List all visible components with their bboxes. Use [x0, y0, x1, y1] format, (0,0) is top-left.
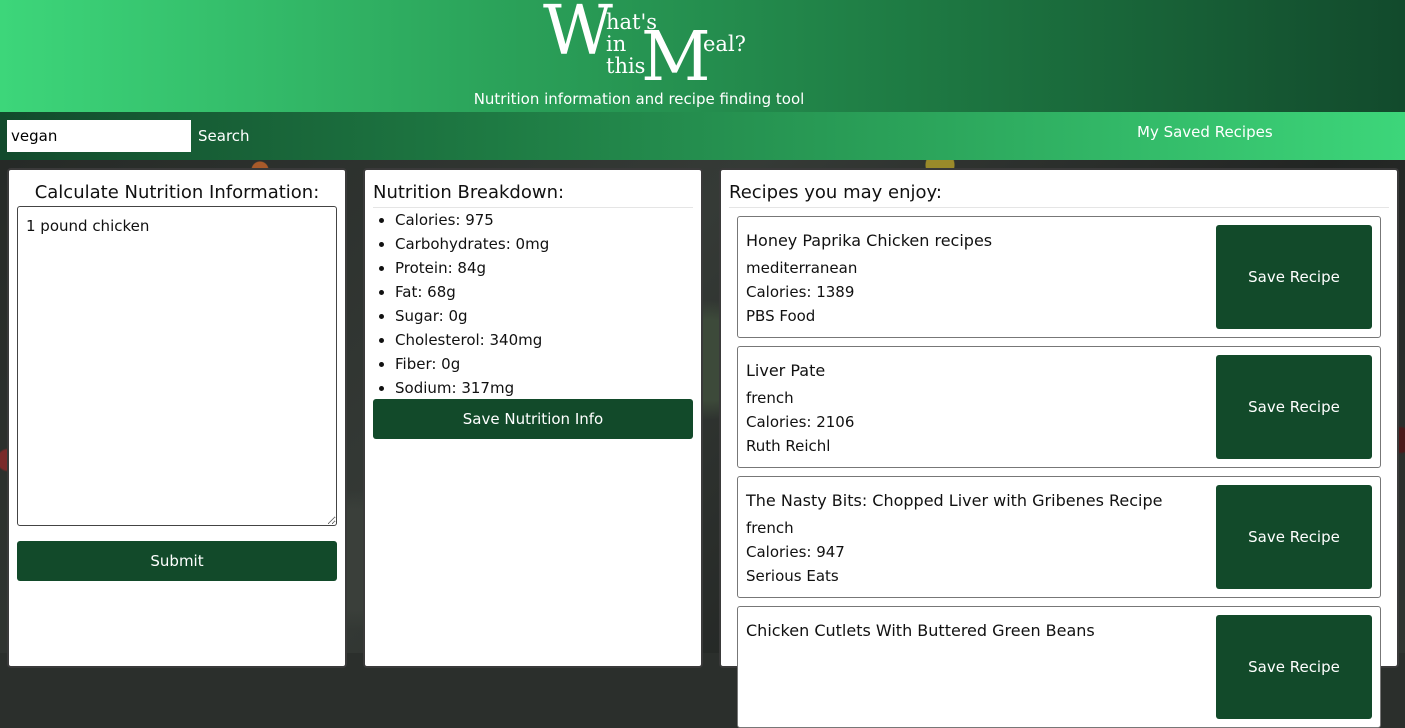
site-logo[interactable]: W hat's in this M eal? [543, 0, 746, 97]
recipe-title[interactable]: Liver Pate [746, 361, 825, 380]
logo-text-this: this [606, 54, 646, 78]
save-recipe-button[interactable]: Save Recipe [1216, 355, 1372, 459]
nutrition-item-calories: Calories: 975 [395, 210, 549, 234]
recipe-source: Serious Eats [746, 567, 839, 585]
recipes-panel: Recipes you may enjoy: Honey Paprika Chi… [719, 168, 1399, 728]
recipe-title[interactable]: Honey Paprika Chicken recipes [746, 231, 992, 250]
save-recipe-button[interactable]: Save Recipe [1216, 225, 1372, 329]
recipe-cuisine: french [746, 519, 794, 537]
nav-bar: Search My Saved Recipes [0, 112, 1405, 160]
recipe-cuisine: mediterranean [746, 259, 858, 277]
logo-text-in: in [606, 32, 627, 56]
recipe-card[interactable]: Liver Pate french Calories: 2106 Ruth Re… [737, 346, 1381, 468]
nutrition-breakdown-panel: Nutrition Breakdown: Calories: 975 Carbo… [363, 168, 703, 668]
nutrition-item-cholesterol: Cholesterol: 340mg [395, 330, 549, 354]
search-button[interactable]: Search [192, 120, 256, 152]
save-recipe-button[interactable]: Save Recipe [1216, 485, 1372, 589]
recipe-cuisine: french [746, 389, 794, 407]
nutrition-item-fat: Fat: 68g [395, 282, 549, 306]
ingredient-textarea[interactable]: 1 pound chicken [17, 206, 337, 526]
recipe-source: Ruth Reichl [746, 437, 831, 455]
recipe-title[interactable]: Chicken Cutlets With Buttered Green Bean… [746, 621, 1095, 640]
recipe-card[interactable]: Chicken Cutlets With Buttered Green Bean… [737, 606, 1381, 728]
nutrition-item-protein: Protein: 84g [395, 258, 549, 282]
recipe-card[interactable]: Honey Paprika Chicken recipes mediterran… [737, 216, 1381, 338]
site-tagline: Nutrition information and recipe finding… [473, 90, 805, 108]
submit-button[interactable]: Submit [17, 541, 337, 581]
recipe-source: PBS Food [746, 307, 816, 325]
nutrition-item-sugar: Sugar: 0g [395, 306, 549, 330]
nutrition-calculator-panel: Calculate Nutrition Information: 1 pound… [7, 168, 347, 668]
logo-letter-w: W [543, 0, 613, 71]
recipe-calories: Calories: 1389 [746, 283, 855, 301]
logo-letter-m: M [641, 18, 711, 97]
nutrition-item-carbohydrates: Carbohydrates: 0mg [395, 234, 549, 258]
recipe-title[interactable]: The Nasty Bits: Chopped Liver with Gribe… [746, 491, 1162, 510]
site-header: W hat's in this M eal? Nutrition informa… [0, 0, 1405, 112]
nutrition-item-fiber: Fiber: 0g [395, 354, 549, 378]
recipe-calories: Calories: 947 [746, 543, 845, 561]
calculator-title: Calculate Nutrition Information: [34, 182, 320, 203]
nutrition-list: Calories: 975 Carbohydrates: 0mg Protein… [373, 210, 549, 402]
recipe-calories: Calories: 2106 [746, 413, 855, 431]
breakdown-title: Nutrition Breakdown: [373, 182, 693, 208]
search-input[interactable] [7, 120, 191, 152]
recipes-title: Recipes you may enjoy: [729, 182, 1389, 208]
save-recipe-button[interactable]: Save Recipe [1216, 615, 1372, 719]
logo-text-eal: eal? [703, 32, 746, 56]
recipe-card[interactable]: The Nasty Bits: Chopped Liver with Gribe… [737, 476, 1381, 598]
save-nutrition-info-button[interactable]: Save Nutrition Info [373, 399, 693, 439]
my-saved-recipes-link[interactable]: My Saved Recipes [1137, 123, 1273, 141]
